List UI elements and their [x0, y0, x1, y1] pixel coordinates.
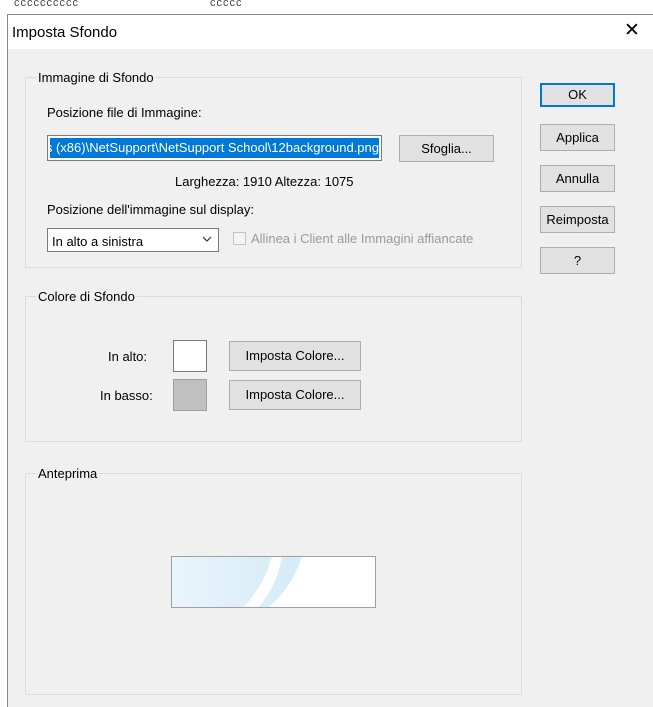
image-background-group: Immagine di Sfondo Posizione file di Imm… [25, 70, 522, 268]
dialog-title: Imposta Sfondo [12, 24, 118, 41]
image-position-select[interactable]: In alto a sinistra [47, 228, 219, 252]
apply-button[interactable]: Applica [540, 124, 615, 151]
image-group-legend: Immagine di Sfondo [36, 70, 156, 85]
preview-image [172, 557, 375, 607]
top-color-label: In alto: [108, 349, 148, 364]
top-set-color-button[interactable]: Imposta Colore... [229, 341, 361, 371]
image-position-value: In alto a sinistra [52, 234, 144, 249]
preview-group: Anteprima [25, 466, 522, 695]
help-button[interactable]: ? [540, 247, 615, 274]
bottom-set-color-button[interactable]: Imposta Colore... [229, 380, 361, 410]
browse-button[interactable]: Sfoglia... [399, 135, 494, 162]
close-icon[interactable]: ✕ [610, 15, 653, 49]
background-window-strip: cccccccccc ccccc [0, 0, 653, 14]
background-window-text-2: ccccc [210, 0, 243, 9]
top-color-swatch [173, 340, 207, 372]
color-group-legend: Colore di Sfondo [36, 289, 137, 304]
tile-clients-label: Allinea i Client alle Immagini affiancat… [251, 231, 474, 246]
bottom-color-swatch [173, 379, 207, 411]
image-path-selection: C:\Program Files (x86)\NetSupport\NetSup… [50, 138, 379, 158]
background-preview [171, 556, 376, 608]
chevron-down-icon [202, 236, 212, 242]
bottom-color-label: In basso: [100, 388, 153, 403]
cancel-button[interactable]: Annulla [540, 165, 615, 192]
image-path-field[interactable]: C:\Program Files (x86)\NetSupport\NetSup… [47, 135, 382, 161]
background-window-text: cccccccccc [14, 0, 79, 9]
background-color-group: Colore di Sfondo In alto: Imposta Colore… [25, 289, 522, 442]
image-position-label: Posizione dell'immagine sul display: [47, 202, 254, 217]
imposta-sfondo-dialog: Imposta Sfondo ✕ Immagine di Sfondo Posi… [7, 14, 653, 707]
image-size-text: Larghezza: 1910 Altezza: 1075 [175, 174, 354, 189]
tile-clients-checkbox[interactable] [233, 232, 246, 245]
title-bar[interactable]: Imposta Sfondo ✕ [8, 15, 653, 49]
file-position-label: Posizione file di Immagine: [47, 105, 202, 120]
preview-group-legend: Anteprima [36, 466, 100, 481]
ok-button[interactable]: OK [540, 83, 615, 107]
reset-button[interactable]: Reimposta [540, 206, 615, 233]
